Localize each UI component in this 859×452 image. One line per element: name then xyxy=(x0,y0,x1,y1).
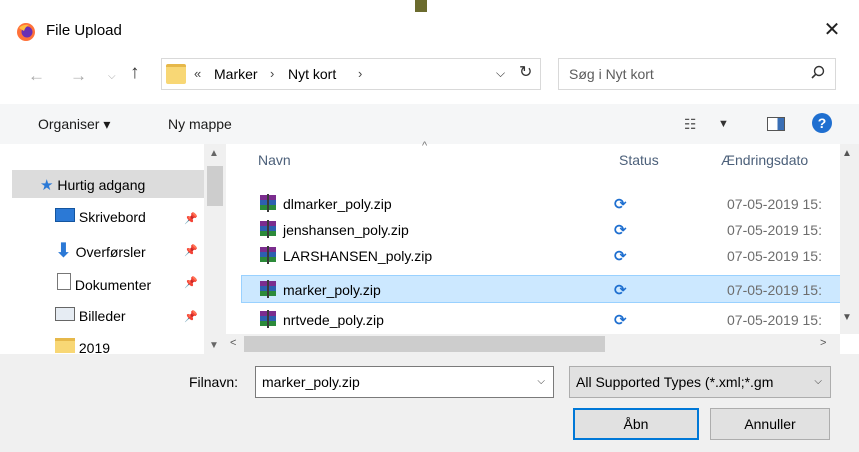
winrar-archive-icon xyxy=(260,194,276,212)
column-header-name[interactable]: Navn xyxy=(258,152,291,168)
sidebar-item-pictures[interactable]: Billeder xyxy=(55,307,126,324)
address-bar[interactable]: « Marker › Nyt kort › ⌵ xyxy=(161,58,541,90)
back-button[interactable]: ← xyxy=(28,66,45,86)
window-top-edge xyxy=(0,0,859,8)
document-icon xyxy=(57,273,71,290)
taskbar-notch xyxy=(415,0,427,12)
sidebar-item-downloads[interactable]: ⬇ Overførsler xyxy=(55,238,146,263)
new-folder-button[interactable]: Ny mappe xyxy=(168,116,232,132)
refresh-button[interactable]: ↻ xyxy=(519,62,532,82)
column-header-date[interactable]: Ændringsdato xyxy=(721,152,833,168)
filename-history-dropdown-icon[interactable]: ⌵ xyxy=(537,376,545,387)
file-list-scroll-left-button[interactable]: < xyxy=(230,337,236,349)
file-name[interactable]: marker_poly.zip xyxy=(283,282,381,298)
filename-value[interactable]: marker_poly.zip xyxy=(262,374,360,390)
sync-status-icon: ⟳ xyxy=(614,222,627,239)
search-box[interactable]: Søg i Nyt kort xyxy=(558,58,836,90)
file-name[interactable]: nrtvede_poly.zip xyxy=(283,312,384,328)
file-list-scroll-up-button[interactable]: ▲ xyxy=(842,148,852,159)
filename-input[interactable]: marker_poly.zip ⌵ xyxy=(255,366,554,398)
file-name[interactable]: jenshansen_poly.zip xyxy=(283,222,409,238)
view-dropdown-icon[interactable]: ▼ xyxy=(718,118,729,130)
pictures-icon xyxy=(55,307,75,321)
file-date: 07-05-2019 15: xyxy=(727,312,822,328)
column-header-status[interactable]: Status xyxy=(619,152,659,168)
sidebar-item-label: Dokumenter xyxy=(74,277,152,293)
winrar-archive-icon xyxy=(260,280,276,298)
folder-icon xyxy=(166,64,186,84)
sidebar-item-label: 2019 xyxy=(78,340,111,354)
breadcrumb-overflow[interactable]: « xyxy=(194,66,201,81)
sidebar-scrollbar-thumb[interactable] xyxy=(207,166,223,206)
pin-icon: 📌 xyxy=(184,245,198,257)
sidebar-scroll-up-button[interactable]: ▲ xyxy=(209,148,219,159)
breadcrumb-separator[interactable]: › xyxy=(270,66,274,81)
file-name[interactable]: dlmarker_poly.zip xyxy=(283,196,392,212)
pin-icon: 📌 xyxy=(184,311,198,323)
sync-status-icon: ⟳ xyxy=(614,196,627,213)
winrar-archive-icon xyxy=(260,246,276,264)
window-title: File Upload xyxy=(46,22,122,39)
search-icon[interactable] xyxy=(811,65,825,79)
breadcrumb-marker[interactable]: Marker xyxy=(214,66,258,82)
forward-button[interactable]: → xyxy=(70,66,87,86)
sidebar-item-label: Hurtig adgang xyxy=(57,177,146,193)
recent-locations-button[interactable]: ⌵ xyxy=(108,71,116,82)
breadcrumb-separator[interactable]: › xyxy=(358,66,362,81)
file-name[interactable]: LARSHANSEN_poly.zip xyxy=(283,248,432,264)
folder-icon xyxy=(55,338,75,353)
sidebar-item-desktop[interactable]: Skrivebord xyxy=(55,208,146,225)
sync-status-icon: ⟳ xyxy=(614,248,627,265)
sidebar-item-documents[interactable]: Dokumenter xyxy=(57,273,151,293)
search-placeholder: Søg i Nyt kort xyxy=(569,66,654,82)
chevron-down-icon[interactable]: ⌵ xyxy=(814,376,822,387)
file-type-select[interactable]: All Supported Types (*.xml;*.gm ⌵ xyxy=(569,366,831,398)
file-date: 07-05-2019 15: xyxy=(727,222,822,238)
firefox-icon xyxy=(17,23,35,41)
file-date: 07-05-2019 15: xyxy=(727,196,822,212)
file-list-vertical-scrollbar[interactable] xyxy=(840,144,859,334)
filename-label: Filnavn: xyxy=(189,374,239,390)
command-toolbar xyxy=(0,104,859,144)
up-folder-button[interactable]: ↑ xyxy=(130,62,140,84)
open-button[interactable]: Åbn xyxy=(573,408,699,440)
pin-icon: 📌 xyxy=(184,213,198,225)
title-bar xyxy=(0,12,859,52)
sidebar-item-label: Billeder xyxy=(78,308,126,324)
preview-pane-icon[interactable] xyxy=(767,117,785,131)
close-button[interactable]: ✕ xyxy=(822,20,842,40)
sidebar-item-label: Overførsler xyxy=(75,244,146,260)
download-icon: ⬇ xyxy=(55,240,72,262)
desktop-icon xyxy=(55,208,75,222)
file-list-horizontal-scrollbar-thumb[interactable] xyxy=(244,336,605,352)
file-list-scroll-right-button[interactable]: > xyxy=(820,337,826,349)
sort-indicator-icon: ^ xyxy=(422,140,428,152)
breadcrumb-nyt-kort[interactable]: Nyt kort xyxy=(288,66,336,82)
file-date: 07-05-2019 15: xyxy=(727,282,822,298)
pin-icon: 📌 xyxy=(184,277,198,289)
file-date: 07-05-2019 15: xyxy=(727,248,822,264)
sidebar-scroll-down-button[interactable]: ▼ xyxy=(209,340,219,351)
organise-menu-button[interactable]: Organiser ▾ xyxy=(38,116,110,133)
file-type-value: All Supported Types (*.xml;*.gm xyxy=(576,374,774,390)
sidebar-item-label: Skrivebord xyxy=(78,209,146,225)
view-options-icon[interactable]: ☷ xyxy=(684,116,697,133)
file-list[interactable] xyxy=(226,144,840,334)
sidebar-item-quick-access[interactable]: ★ Hurtig adgang xyxy=(40,176,145,194)
address-dropdown-button[interactable]: ⌵ xyxy=(496,66,505,81)
file-list-scroll-down-button[interactable]: ▼ xyxy=(842,312,852,323)
star-icon: ★ xyxy=(40,177,54,194)
sync-status-icon: ⟳ xyxy=(614,282,627,299)
help-icon[interactable]: ? xyxy=(812,113,832,133)
winrar-archive-icon xyxy=(260,310,276,328)
winrar-archive-icon xyxy=(260,220,276,238)
cancel-button[interactable]: Annuller xyxy=(710,408,830,440)
sync-status-icon: ⟳ xyxy=(614,312,627,329)
sidebar-item-2019[interactable]: 2019 xyxy=(55,338,110,354)
